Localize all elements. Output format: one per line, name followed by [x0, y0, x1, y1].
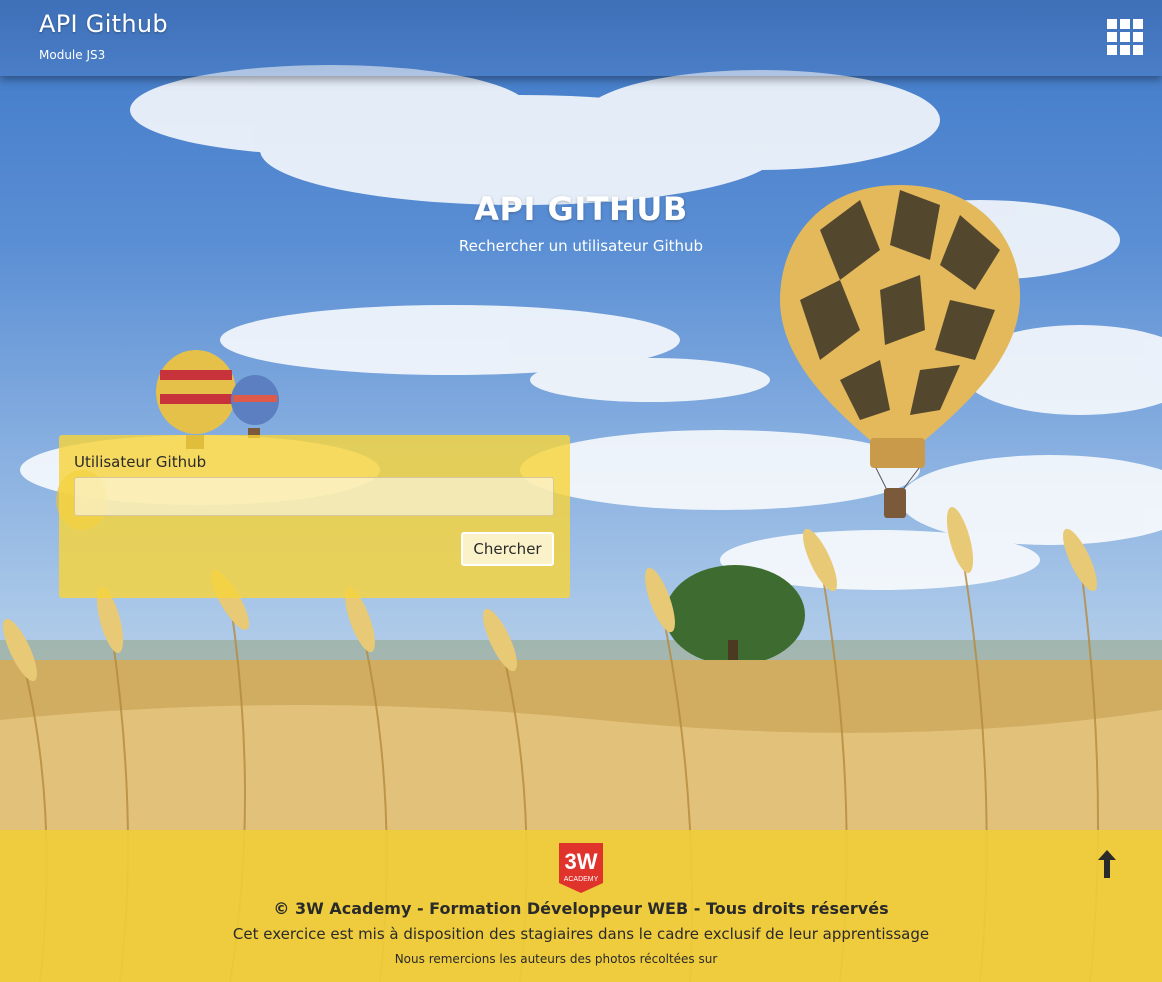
notice-text: Cet exercice est mis à disposition des s…: [232, 925, 930, 943]
copyright-text: © 3W Academy - Formation Développeur WEB…: [273, 899, 889, 918]
3w-academy-logo: 3W ACADEMY: [559, 843, 603, 893]
site-subtitle: Module JS3: [39, 48, 106, 62]
username-input[interactable]: [74, 477, 554, 516]
search-form: Utilisateur Github Chercher: [59, 435, 570, 598]
search-button[interactable]: Chercher: [461, 532, 554, 566]
page-title: API GITHUB: [474, 190, 688, 228]
username-label: Utilisateur Github: [74, 453, 207, 471]
footer: 3W ACADEMY © 3W Academy - Formation Déve…: [0, 830, 1162, 982]
top-header: API Github Module JS3: [0, 0, 1162, 76]
photo-credits-text: Nous remercions les auteurs des photos r…: [394, 952, 718, 966]
logo-text-top: 3W: [565, 849, 598, 874]
grid-menu-icon[interactable]: [1107, 19, 1143, 55]
logo-text-bottom: ACADEMY: [564, 876, 599, 883]
arrow-up-icon[interactable]: [1094, 848, 1120, 880]
page-subtitle: Rechercher un utilisateur Github: [458, 237, 704, 255]
site-title[interactable]: API Github: [39, 10, 168, 38]
